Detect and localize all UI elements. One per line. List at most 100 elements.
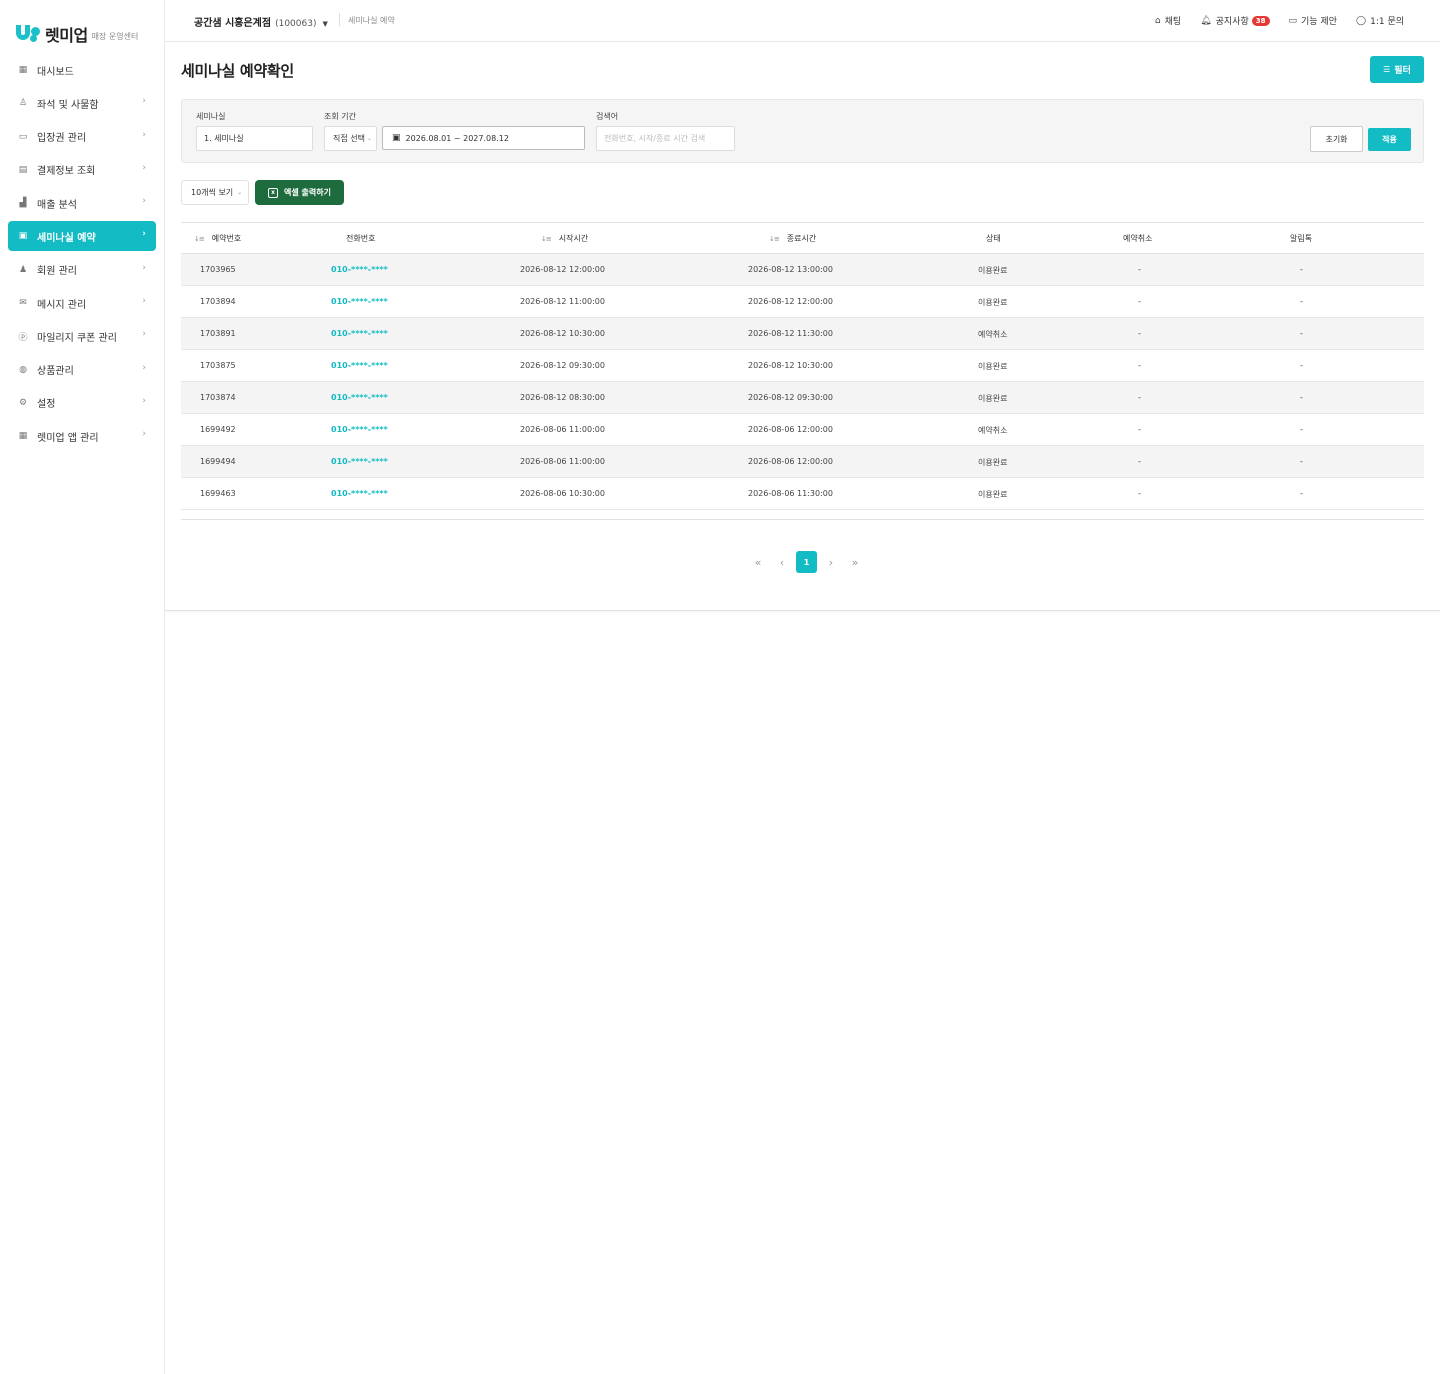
sidebar-item[interactable]: ▟ 매출 분석 ›: [8, 188, 156, 218]
first-page-button[interactable]: «: [748, 551, 768, 573]
room-label: 세미나실: [196, 112, 226, 121]
sidebar-item[interactable]: ◍ 상품관리 ›: [8, 355, 156, 385]
cell-reservation-no: 1703965: [200, 265, 236, 274]
cell-phone[interactable]: 010-****-****: [331, 265, 388, 274]
cell-reservation-no: 1699492: [200, 425, 236, 434]
message-square-icon: ▭: [1288, 15, 1298, 26]
table-row[interactable]: 1699463 010-****-**** 2026-08-06 10:30:00 2…: [181, 478, 1424, 510]
excel-icon: x: [268, 187, 279, 198]
period-mode-select[interactable]: 직접 선택 ⌄: [324, 126, 377, 151]
caret-down-icon: ▼: [322, 20, 328, 28]
cell-status: 예약취소: [978, 426, 1008, 435]
breadcrumb: 세미나실 예약: [348, 16, 395, 25]
sidebar-item[interactable]: ▤ 결제정보 조회 ›: [8, 155, 156, 185]
col-label: 전화번호: [346, 234, 376, 243]
excel-export-button[interactable]: x 엑셀 출력하기: [255, 180, 344, 205]
col-label: 예약번호: [211, 234, 242, 243]
prev-page-button[interactable]: ‹: [772, 551, 792, 573]
cell-cancel: -: [1138, 297, 1141, 306]
page-button-current[interactable]: 1: [796, 551, 817, 573]
sidebar-item[interactable]: ♙ 좌석 및 사물함 ›: [8, 88, 156, 118]
next-page-button[interactable]: ›: [821, 551, 841, 573]
sidebar-item[interactable]: ▭ 입장권 관리 ›: [8, 122, 156, 152]
box-icon: ◍: [19, 364, 27, 375]
sidebar-item-label: 결제정보 조회: [37, 166, 96, 178]
store-selector[interactable]: 공간샘 시흥은계점 (100063) ▼: [194, 14, 328, 29]
chevron-right-icon: ›: [142, 129, 146, 140]
logo[interactable]: 렛미업 매장 운영센터: [16, 22, 138, 46]
sidebar: 렛미업 매장 운영센터 ▦ 대시보드 ♙ 좌석 및 사물함 › ▭ 입장권 관리 › ▤ 결제정보…: [0, 0, 165, 1374]
suggest-link[interactable]: ▭ 기능 제안: [1288, 14, 1338, 28]
cell-phone[interactable]: 010-****-****: [331, 457, 388, 466]
table-row[interactable]: 1703965 010-****-**** 2026-08-12 12:00:00 2…: [181, 254, 1424, 286]
table-row[interactable]: 1703894 010-****-**** 2026-08-12 11:00:00 2…: [181, 286, 1424, 318]
sidebar-item[interactable]: ▣ 세미나실 예약 ›: [8, 221, 156, 252]
cell-end-time: 2026-08-12 11:30:00: [748, 329, 833, 338]
sidebar-item[interactable]: ♟ 회원 관리 ›: [8, 255, 156, 285]
inquiry-link[interactable]: ◯ 1:1 문의: [1356, 14, 1404, 28]
breadcrumb-divider: [339, 13, 340, 26]
filter-panel: 세미나실 1. 세미나실 조회 기간 직접 선택 ⌄ ▣ 2026.08.01 ~ …: [181, 99, 1424, 163]
cell-cancel: -: [1138, 489, 1141, 498]
period-mode-value: 직접 선택: [333, 134, 365, 143]
cell-status: 이용완료: [978, 298, 1008, 307]
sidebar-item[interactable]: ⓟ 마일리지 쿠폰 관리 ›: [8, 321, 156, 351]
inquiry-label: 1:1 문의: [1370, 17, 1404, 27]
mail-icon: ✉: [19, 298, 27, 309]
filter-button[interactable]: ☰ 필터: [1370, 56, 1424, 83]
cell-start-time: 2026-08-06 10:30:00: [520, 489, 605, 498]
page-title: 세미나실 예약확인: [181, 62, 294, 80]
suggest-label: 기능 제안: [1301, 17, 1338, 27]
reservation-table: ↓≡ 예약번호 전화번호 ↓≡ 시작시간 ↓≡ 종료시간 상태 예약취소 알림톡 17…: [181, 222, 1424, 510]
cell-start-time: 2026-08-12 08:30:00: [520, 393, 605, 402]
cell-phone[interactable]: 010-****-****: [331, 361, 388, 370]
sort-icon: ↓≡: [769, 234, 780, 243]
apply-button[interactable]: 적용: [1368, 128, 1411, 151]
sidebar-item-label: 세미나실 예약: [37, 232, 96, 244]
cell-end-time: 2026-08-06 12:00:00: [748, 425, 833, 434]
table-bottom-divider: [181, 519, 1424, 520]
sidebar-item-label: 렛미업 앱 관리: [37, 432, 99, 444]
col-start-time[interactable]: ↓≡ 시작시간: [541, 233, 588, 244]
cell-phone[interactable]: 010-****-****: [331, 329, 388, 338]
room-select[interactable]: 1. 세미나실: [196, 126, 313, 151]
sort-icon: ↓≡: [194, 234, 205, 243]
seat-icon: ♙: [18, 98, 28, 109]
chevron-down-icon: ⌄: [366, 135, 373, 142]
sidebar-item-label: 설정: [37, 399, 56, 411]
chat-label: 채팅: [1164, 17, 1182, 27]
table-row[interactable]: 1703891 010-****-**** 2026-08-12 10:30:00 2…: [181, 318, 1424, 350]
col-phone: 전화번호: [346, 233, 375, 244]
sidebar-item[interactable]: ⚙ 설정 ›: [8, 388, 156, 418]
table-row[interactable]: 1703875 010-****-**** 2026-08-12 09:30:00 2…: [181, 350, 1424, 382]
last-page-button[interactable]: »: [845, 551, 865, 573]
sidebar-item[interactable]: ▦ 렛미업 앱 관리 ›: [8, 421, 156, 451]
cell-phone[interactable]: 010-****-****: [331, 393, 388, 402]
main-panel: 세미나실 예약확인 ☰ 필터 세미나실 1. 세미나실 조회 기간 직접 선택 ⌄ …: [165, 43, 1440, 611]
notice-link[interactable]: 🔔︎ 공지사항 38: [1200, 14, 1270, 27]
cell-phone[interactable]: 010-****-****: [331, 489, 388, 498]
page-size-select[interactable]: 10개씩 보기 ⌄: [181, 180, 249, 205]
table-row[interactable]: 1699492 010-****-**** 2026-08-06 11:00:00 2…: [181, 414, 1424, 446]
cell-alimtalk: -: [1300, 489, 1303, 498]
sidebar-item[interactable]: ▦ 대시보드: [8, 55, 156, 85]
cell-reservation-no: 1699463: [200, 489, 236, 498]
cell-phone[interactable]: 010-****-****: [331, 425, 388, 434]
cell-end-time: 2026-08-12 09:30:00: [748, 393, 833, 402]
chevron-right-icon: ›: [142, 162, 146, 173]
notice-label: 공지사항: [1215, 17, 1249, 27]
col-reservation-no[interactable]: ↓≡ 예약번호: [194, 233, 241, 244]
sidebar-item-label: 회원 관리: [37, 266, 77, 278]
table-row[interactable]: 1703874 010-****-**** 2026-08-12 08:30:00 2…: [181, 382, 1424, 414]
cell-alimtalk: -: [1300, 329, 1303, 338]
table-row[interactable]: 1699494 010-****-**** 2026-08-06 11:00:00 2…: [181, 446, 1424, 478]
reset-button[interactable]: 초기화: [1310, 126, 1363, 152]
chat-link[interactable]: ⌂ 채팅: [1155, 14, 1182, 28]
date-range-input[interactable]: ▣ 2026.08.01 ~ 2027.08.12: [382, 126, 585, 150]
sidebar-item[interactable]: ✉ 메시지 관리 ›: [8, 288, 156, 318]
cell-cancel: -: [1138, 393, 1141, 402]
cell-phone[interactable]: 010-****-****: [331, 297, 388, 306]
search-input[interactable]: 전화번호, 시작/종료 시간 검색: [596, 126, 735, 151]
chevron-right-icon: ›: [142, 229, 146, 240]
col-end-time[interactable]: ↓≡ 종료시간: [769, 233, 816, 244]
